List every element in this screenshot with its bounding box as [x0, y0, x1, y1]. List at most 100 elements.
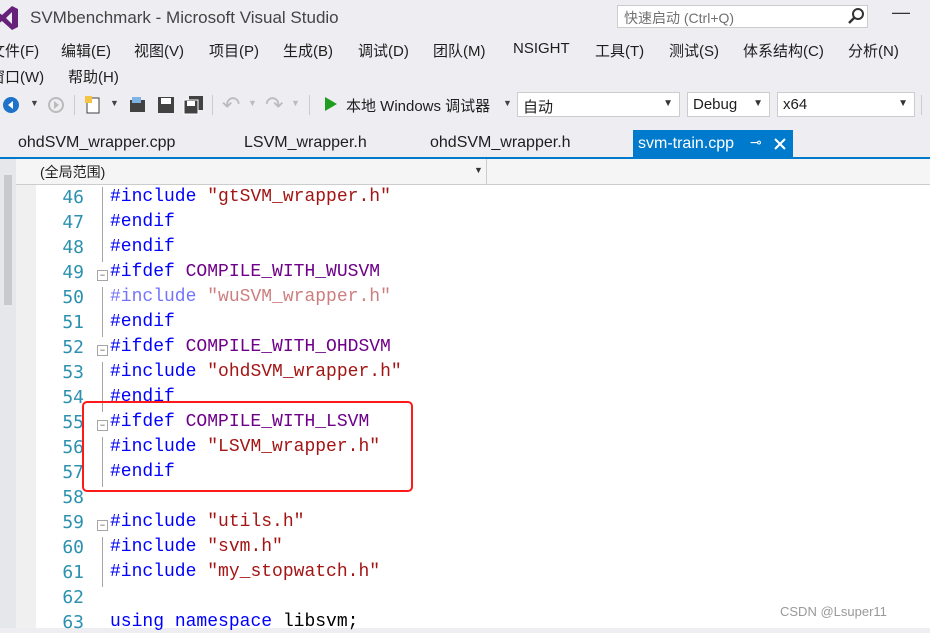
menu-project[interactable]: 项目(P) — [209, 40, 259, 61]
line-number: 54 — [62, 387, 84, 408]
line-number: 53 — [62, 362, 84, 383]
build-config-value: Debug — [693, 96, 738, 113]
line-number: 62 — [62, 587, 84, 608]
undo-dropdown-icon[interactable]: ▼ — [248, 98, 257, 108]
collapse-region-icon[interactable]: − — [97, 520, 108, 531]
line-number: 59 — [62, 512, 84, 533]
tab-ohdsvm-wrapper-h[interactable]: ohdSVM_wrapper.h — [430, 134, 571, 152]
tab-ohdsvm-wrapper-cpp[interactable]: ohdSVM_wrapper.cpp — [18, 134, 175, 152]
code-line[interactable]: #include "my_stopwatch.h" — [110, 562, 380, 582]
code-line[interactable]: #ifdef COMPILE_WITH_OHDSVM — [110, 337, 391, 357]
outline-guide — [102, 187, 103, 262]
minimize-button[interactable]: — — [886, 2, 916, 23]
toolbar-separator — [921, 95, 922, 115]
chevron-down-icon: ▼ — [753, 98, 763, 109]
line-number: 58 — [62, 487, 84, 508]
menu-bar: 文件(F) 编辑(E) 视图(V) 项目(P) 生成(B) 调试(D) 团队(M… — [0, 36, 930, 88]
tab-svm-train-cpp[interactable]: svm-train.cpp ⊸ — [633, 130, 793, 158]
line-number: 50 — [62, 287, 84, 308]
left-toolwindow-strip — [0, 159, 16, 628]
menu-help[interactable]: 帮助(H) — [68, 66, 119, 87]
quick-launch-input[interactable]: 快速启动 (Ctrl+Q) — [617, 5, 868, 28]
visual-studio-logo-icon — [0, 6, 18, 30]
redo-dropdown-icon[interactable]: ▼ — [291, 98, 300, 108]
tab-lsvm-wrapper-h[interactable]: LSVM_wrapper.h — [244, 134, 367, 152]
code-line[interactable]: #endif — [110, 312, 175, 332]
solution-config-value: 自动 — [523, 99, 554, 116]
code-line[interactable]: #include "gtSVM_wrapper.h" — [110, 187, 391, 207]
indicator-margin — [16, 185, 36, 628]
chevron-down-icon: ▼ — [474, 165, 483, 175]
toolbar-separator — [212, 95, 213, 115]
pin-tab-icon[interactable]: ⊸ — [750, 134, 762, 151]
redo-icon[interactable]: ↷ — [265, 92, 283, 118]
navigate-forward-icon[interactable] — [47, 96, 65, 114]
standard-toolbar: ▼ ▼ ↶ ▼ ↷ ▼ 本地 Windows 调试器 ▼ 自动 ▼ Debug … — [0, 88, 930, 122]
build-config-select[interactable]: Debug ▼ — [687, 92, 770, 117]
menu-view[interactable]: 视图(V) — [134, 40, 184, 61]
line-number: 57 — [62, 462, 84, 483]
menu-test[interactable]: 测试(S) — [669, 40, 719, 61]
menu-nsight[interactable]: NSIGHT — [513, 40, 570, 57]
menu-window[interactable]: 窗口(W) — [0, 66, 44, 87]
new-dropdown-icon[interactable]: ▼ — [110, 98, 119, 108]
menu-debug[interactable]: 调试(D) — [358, 40, 409, 61]
toolbar-separator — [309, 95, 310, 115]
search-icon[interactable] — [848, 7, 865, 24]
menu-architecture[interactable]: 体系结构(C) — [743, 40, 824, 61]
toolbar-separator — [74, 95, 75, 115]
line-number: 46 — [62, 187, 84, 208]
menu-edit[interactable]: 编辑(E) — [61, 40, 111, 61]
debugger-dropdown-icon[interactable]: ▼ — [503, 98, 512, 108]
play-icon — [325, 97, 337, 111]
code-line[interactable]: using namespace libsvm; — [110, 612, 358, 632]
quick-launch-placeholder: 快速启动 (Ctrl+Q) — [624, 10, 735, 26]
title-bar: SVMbenchmark - Microsoft Visual Studio 快… — [0, 0, 930, 36]
watermark: CSDN @Lsuper11 — [780, 604, 887, 619]
save-icon[interactable] — [156, 95, 176, 115]
chevron-down-icon: ▼ — [663, 98, 673, 109]
open-file-icon[interactable] — [128, 95, 148, 115]
server-explorer-tab[interactable] — [4, 175, 12, 305]
code-line[interactable]: #endif — [110, 237, 175, 257]
navigate-back-icon[interactable] — [2, 96, 20, 114]
line-number: 63 — [62, 612, 84, 633]
line-number: 47 — [62, 212, 84, 233]
save-all-icon[interactable] — [183, 95, 205, 115]
line-number: 51 — [62, 312, 84, 333]
menu-build[interactable]: 生成(B) — [283, 40, 333, 61]
back-dropdown-icon[interactable]: ▼ — [30, 98, 39, 108]
outline-guide — [102, 287, 103, 337]
code-line[interactable]: #include "utils.h" — [110, 512, 304, 532]
outline-guide — [102, 537, 103, 587]
active-tab-label: svm-train.cpp — [638, 135, 735, 152]
code-line[interactable]: #include "wuSVM_wrapper.h" — [110, 287, 391, 307]
line-number: 52 — [62, 337, 84, 358]
code-line[interactable]: #include "svm.h" — [110, 537, 283, 557]
platform-value: x64 — [783, 96, 808, 113]
collapse-region-icon[interactable]: − — [97, 345, 108, 356]
scope-value: (全局范围) — [40, 164, 106, 180]
undo-icon[interactable]: ↶ — [222, 92, 240, 118]
collapse-region-icon[interactable]: − — [97, 270, 108, 281]
solution-config-select[interactable]: 自动 ▼ — [517, 92, 680, 117]
menu-team[interactable]: 团队(M) — [433, 40, 486, 61]
close-tab-icon[interactable] — [774, 138, 786, 150]
code-line[interactable]: #endif — [110, 212, 175, 232]
line-number: 48 — [62, 237, 84, 258]
chevron-down-icon: ▼ — [898, 98, 908, 109]
code-line[interactable]: #ifdef COMPILE_WITH_WUSVM — [110, 262, 380, 282]
line-number: 55 — [62, 412, 84, 433]
platform-select[interactable]: x64 ▼ — [777, 92, 915, 117]
line-number: 60 — [62, 537, 84, 558]
scope-select[interactable]: (全局范围) ▼ — [16, 159, 487, 184]
annotation-highlight-box — [82, 401, 413, 492]
start-debugging-label: 本地 Windows 调试器 — [346, 98, 491, 115]
code-line[interactable]: #include "ohdSVM_wrapper.h" — [110, 362, 402, 382]
menu-file[interactable]: 文件(F) — [0, 40, 39, 61]
menu-analyze[interactable]: 分析(N) — [848, 40, 899, 61]
line-number: 56 — [62, 437, 84, 458]
line-number: 61 — [62, 562, 84, 583]
menu-tools[interactable]: 工具(T) — [595, 40, 644, 61]
new-project-icon[interactable] — [84, 95, 104, 115]
